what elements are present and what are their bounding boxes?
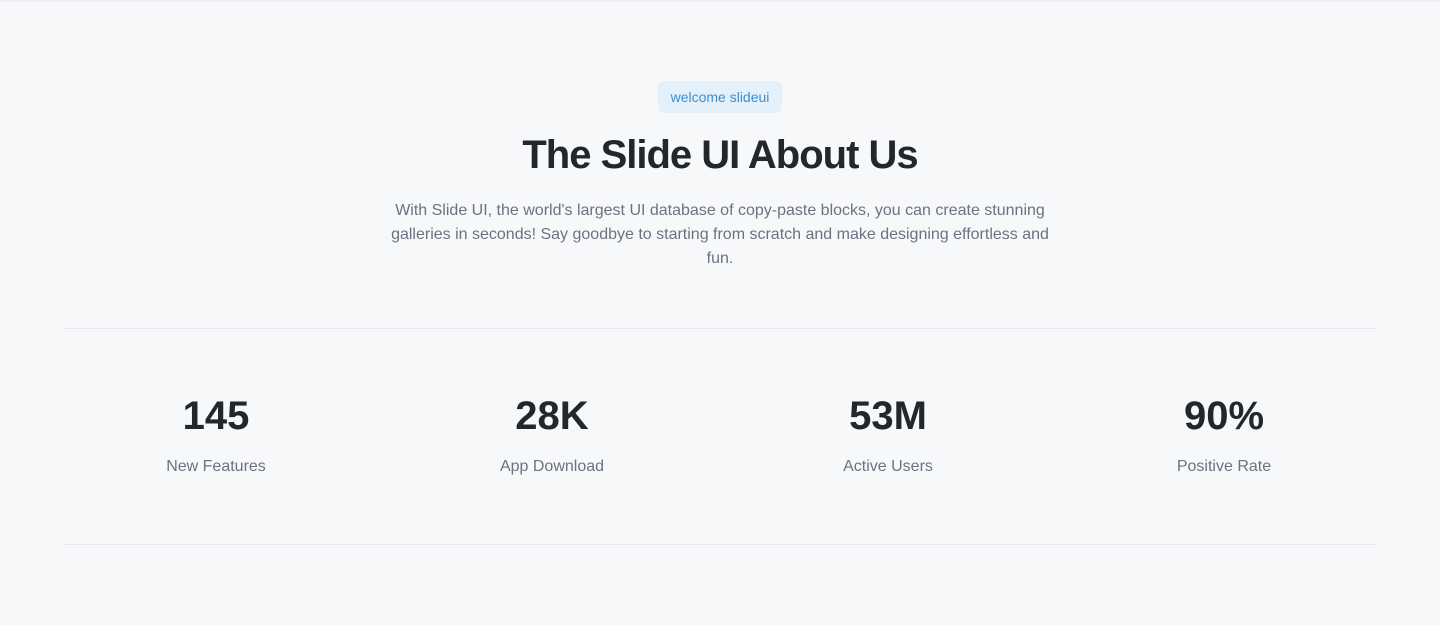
stat-positive-rate: 90% Positive Rate <box>1056 390 1392 478</box>
page-title: The Slide UI About Us <box>522 133 918 177</box>
stat-new-features: 145 New Features <box>48 390 384 478</box>
stat-app-download: 28K App Download <box>384 390 720 478</box>
stat-value: 53M <box>849 394 927 438</box>
stat-value: 28K <box>515 394 589 438</box>
stat-label: App Download <box>499 458 605 475</box>
welcome-badge: welcome slideui <box>657 81 783 113</box>
stat-label: Positive Rate <box>1176 458 1272 475</box>
top-border <box>0 0 1440 2</box>
top-divider <box>64 328 1376 329</box>
stat-value: 145 <box>182 394 250 438</box>
stat-label: Active Users <box>843 458 933 475</box>
stat-active-users: 53M Active Users <box>720 390 1056 478</box>
bottom-divider <box>64 544 1376 545</box>
stat-label: New Features <box>166 458 266 475</box>
hero-description: With Slide UI, the world's largest UI da… <box>391 202 1049 267</box>
about-hero: welcome slideui The Slide UI About Us Wi… <box>0 81 1440 271</box>
stat-value: 90% <box>1183 394 1265 438</box>
stats-row: 145 New Features 28K App Download 53M Ac… <box>48 390 1392 478</box>
